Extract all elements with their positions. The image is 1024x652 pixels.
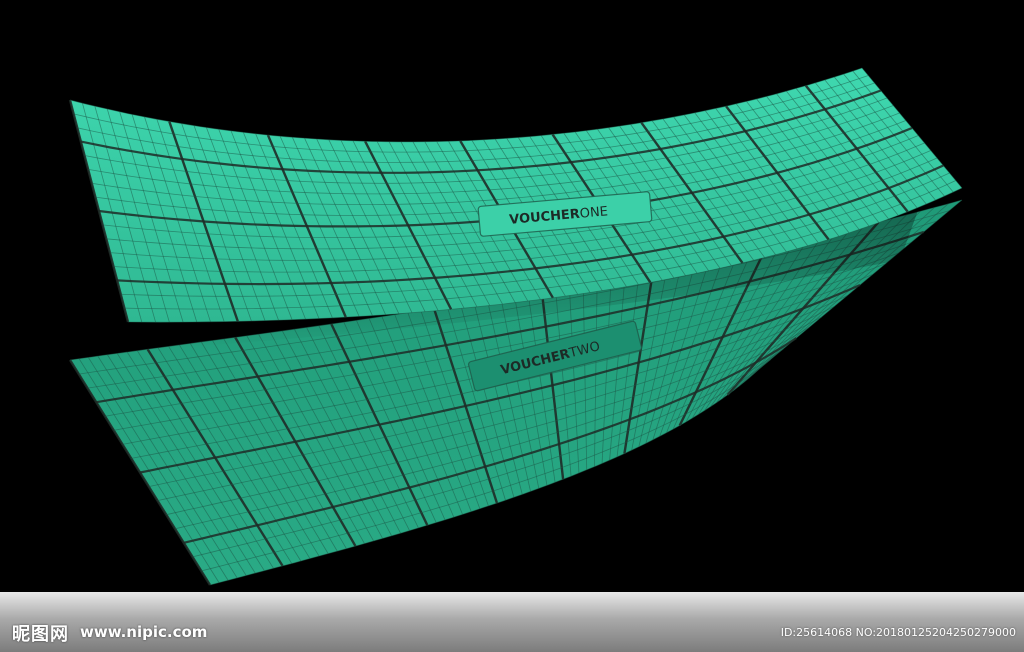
voucher-one-label-light: ONE (579, 204, 608, 221)
watermark-footer-bar (0, 592, 1024, 652)
site-url: www.nipic.com (80, 623, 208, 641)
site-logo: 昵图网 (12, 624, 69, 645)
image-id-label: ID:25614068 NO:20180125204250279000 (780, 626, 1016, 639)
voucher-mockup-scene: VOUCHERTWO VOUCHERONE (68, 67, 963, 586)
